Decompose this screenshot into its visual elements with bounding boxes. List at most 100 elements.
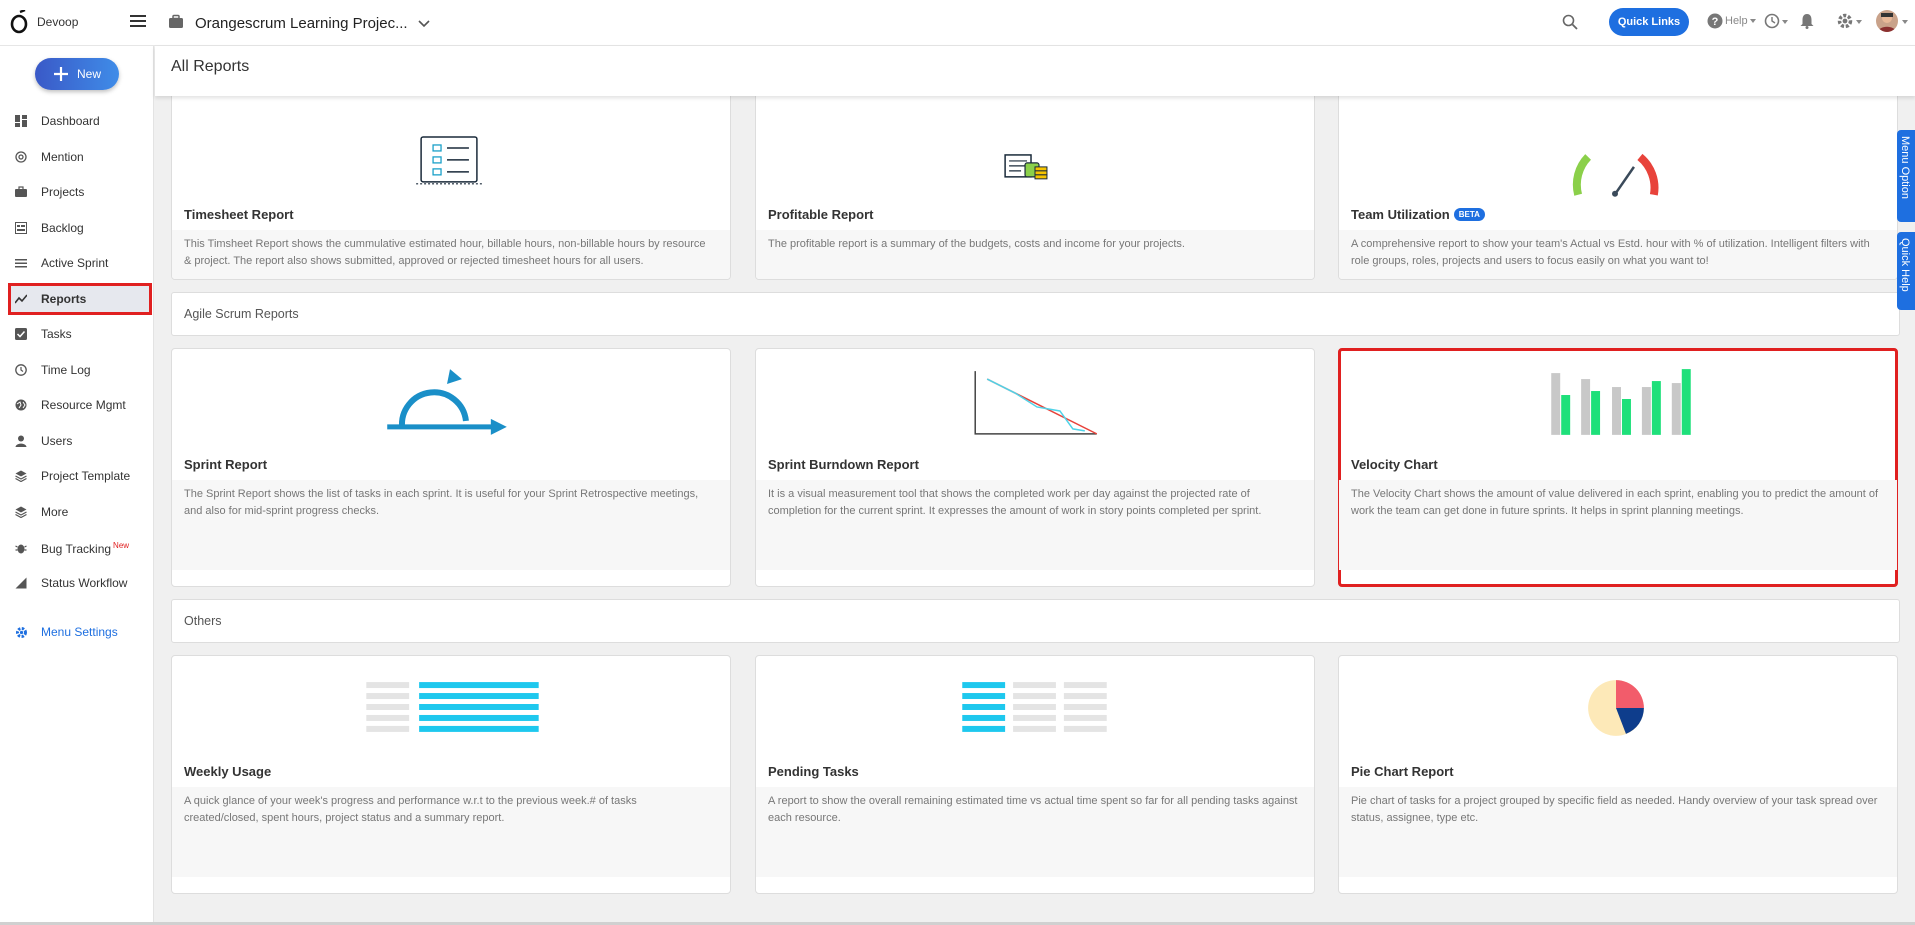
sidebar-item-label: Resource Mgmt bbox=[41, 398, 126, 412]
help-menu[interactable]: ? Help bbox=[1707, 13, 1756, 29]
sidebar-item-label: Time Log bbox=[41, 363, 91, 377]
report-card-timesheet[interactable]: Timesheet Report This Timsheet Report sh… bbox=[171, 96, 731, 280]
sidebar-item-active-sprint[interactable]: Active Sprint bbox=[8, 247, 152, 279]
profitable-illustration bbox=[1004, 154, 1048, 180]
reports-content: Timesheet Report This Timsheet Report sh… bbox=[155, 96, 1900, 925]
sprint-icon bbox=[15, 259, 27, 268]
sidebar-item-project-template[interactable]: Project Template bbox=[8, 460, 152, 492]
help-circle-icon: ? bbox=[1707, 13, 1723, 29]
sidebar-item-label: Projects bbox=[41, 185, 85, 199]
burndown-illustration bbox=[974, 371, 1098, 435]
pie-chart-illustration bbox=[1588, 680, 1644, 736]
report-title: Timesheet Report bbox=[184, 207, 294, 222]
sidebar-item-label: Tasks bbox=[41, 327, 72, 341]
menu-settings-link[interactable]: Menu Settings bbox=[8, 616, 152, 648]
report-title: Pie Chart Report bbox=[1351, 764, 1454, 779]
report-card-pie-chart[interactable]: Pie Chart Report Pie chart of tasks for … bbox=[1338, 655, 1898, 894]
report-title: Pending Tasks bbox=[768, 764, 859, 779]
menu-option-tab[interactable]: Menu Option bbox=[1897, 130, 1915, 222]
report-card-velocity[interactable]: Velocity Chart The Velocity Chart shows … bbox=[1338, 348, 1898, 587]
section-others: Others bbox=[171, 599, 1900, 643]
new-badge: New bbox=[113, 540, 130, 550]
sidebar-item-reports[interactable]: Reports bbox=[8, 283, 152, 315]
search-icon[interactable] bbox=[1562, 14, 1578, 30]
gear-icon[interactable] bbox=[1836, 12, 1862, 30]
clock-icon[interactable] bbox=[1764, 13, 1788, 29]
sidebar-item-mention[interactable]: Mention bbox=[8, 141, 152, 173]
sidebar-item-more[interactable]: More bbox=[8, 496, 152, 528]
report-title: Weekly Usage bbox=[184, 764, 272, 779]
dashboard-icon bbox=[15, 115, 27, 127]
plus-icon bbox=[53, 67, 68, 81]
pending-tasks-illustration bbox=[962, 682, 1107, 732]
bug-icon bbox=[15, 544, 27, 554]
quick-help-tab[interactable]: Quick Help bbox=[1897, 232, 1915, 310]
at-icon bbox=[15, 151, 27, 163]
globe-icon bbox=[15, 399, 27, 411]
avatar[interactable] bbox=[1876, 10, 1898, 32]
report-card-team-utilization[interactable]: Team Utilization BETA A comprehensive rep… bbox=[1338, 96, 1898, 280]
sidebar: New Dashboard Mention Projects Backlog A… bbox=[0, 46, 154, 925]
report-title: Profitable Report bbox=[768, 207, 874, 222]
sidebar-item-projects[interactable]: Projects bbox=[8, 176, 152, 208]
report-title: Velocity Chart bbox=[1351, 457, 1438, 472]
report-title: Sprint Burndown Report bbox=[768, 457, 919, 472]
report-title: Team Utilization BETA bbox=[1351, 207, 1485, 222]
hamburger-menu-icon[interactable] bbox=[130, 14, 146, 28]
report-card-profitable[interactable]: Profitable Report The profitable report … bbox=[755, 96, 1315, 280]
sidebar-item-users[interactable]: Users bbox=[8, 425, 152, 457]
brand-name: Devoop bbox=[37, 15, 79, 29]
report-card-weekly-usage[interactable]: Weekly Usage A quick glance of your week… bbox=[171, 655, 731, 894]
report-card-sprint[interactable]: Sprint Report The Sprint Report shows th… bbox=[171, 348, 731, 587]
layers-icon bbox=[15, 506, 27, 518]
layers-icon bbox=[15, 470, 27, 482]
report-description: The profitable report is a summary of th… bbox=[768, 238, 1185, 250]
sidebar-item-bug-tracking[interactable]: Bug Tracking New bbox=[8, 532, 152, 564]
sidebar-item-dashboard[interactable]: Dashboard bbox=[8, 105, 152, 137]
weekly-usage-illustration bbox=[366, 682, 539, 732]
new-button[interactable]: New bbox=[35, 58, 119, 90]
bell-icon[interactable] bbox=[1800, 13, 1814, 29]
timesheet-illustration bbox=[416, 136, 483, 185]
top-bar: Devoop Orangescrum Learning Projec... Qu… bbox=[0, 0, 1915, 46]
new-button-label: New bbox=[76, 67, 101, 81]
report-description: Pie chart of tasks for a project grouped… bbox=[1351, 795, 1878, 824]
sidebar-item-label: More bbox=[41, 505, 69, 519]
sidebar-item-label: Project Template bbox=[41, 469, 131, 483]
report-card-pending-tasks[interactable]: Pending Tasks A report to show the overa… bbox=[755, 655, 1315, 894]
report-description: A report to show the overall remaining e… bbox=[768, 795, 1298, 824]
project-selector[interactable]: Orangescrum Learning Projec... bbox=[195, 15, 408, 32]
chevron-down-icon[interactable] bbox=[418, 20, 430, 28]
sidebar-item-time-log[interactable]: Time Log bbox=[8, 354, 152, 386]
report-description: It is a visual measurement tool that sho… bbox=[768, 488, 1262, 517]
sidebar-item-tasks[interactable]: Tasks bbox=[8, 318, 152, 350]
report-description: This Timsheet Report shows the cummulati… bbox=[184, 238, 706, 267]
sidebar-item-label: Backlog bbox=[41, 221, 84, 235]
svg-text:?: ? bbox=[1712, 16, 1719, 28]
caret-down-icon[interactable] bbox=[1902, 20, 1908, 24]
caret-down-icon bbox=[1749, 19, 1756, 23]
sidebar-item-status-workflow[interactable]: Status Workflow bbox=[8, 567, 152, 599]
section-title: Agile Scrum Reports bbox=[184, 307, 299, 321]
report-description: A comprehensive report to show your team… bbox=[1351, 238, 1870, 267]
menu-settings-label: Menu Settings bbox=[41, 625, 118, 639]
report-title: Sprint Report bbox=[184, 457, 268, 472]
velocity-bars-illustration bbox=[1551, 369, 1691, 435]
help-label: Help bbox=[1725, 15, 1748, 27]
briefcase-icon bbox=[169, 14, 183, 28]
clock-icon bbox=[15, 364, 27, 376]
quick-links-button[interactable]: Quick Links bbox=[1609, 8, 1689, 36]
report-description: The Sprint Report shows the list of task… bbox=[184, 488, 699, 517]
sidebar-item-label: Mention bbox=[41, 150, 84, 164]
sidebar-item-label-text: Bug Tracking bbox=[41, 541, 112, 556]
menu-option-label: Menu Option bbox=[1899, 136, 1911, 199]
orangescrum-logo[interactable] bbox=[10, 10, 30, 34]
sidebar-item-label: Bug Tracking New bbox=[41, 541, 129, 556]
report-card-sprint-burndown[interactable]: Sprint Burndown Report It is a visual me… bbox=[755, 348, 1315, 587]
sidebar-item-backlog[interactable]: Backlog bbox=[8, 212, 152, 244]
sprint-loop-illustration bbox=[387, 369, 507, 435]
backlog-icon bbox=[15, 222, 27, 234]
quick-help-label: Quick Help bbox=[1899, 238, 1911, 292]
sidebar-item-resource-mgmt[interactable]: Resource Mgmt bbox=[8, 389, 152, 421]
page-title: All Reports bbox=[171, 58, 250, 75]
